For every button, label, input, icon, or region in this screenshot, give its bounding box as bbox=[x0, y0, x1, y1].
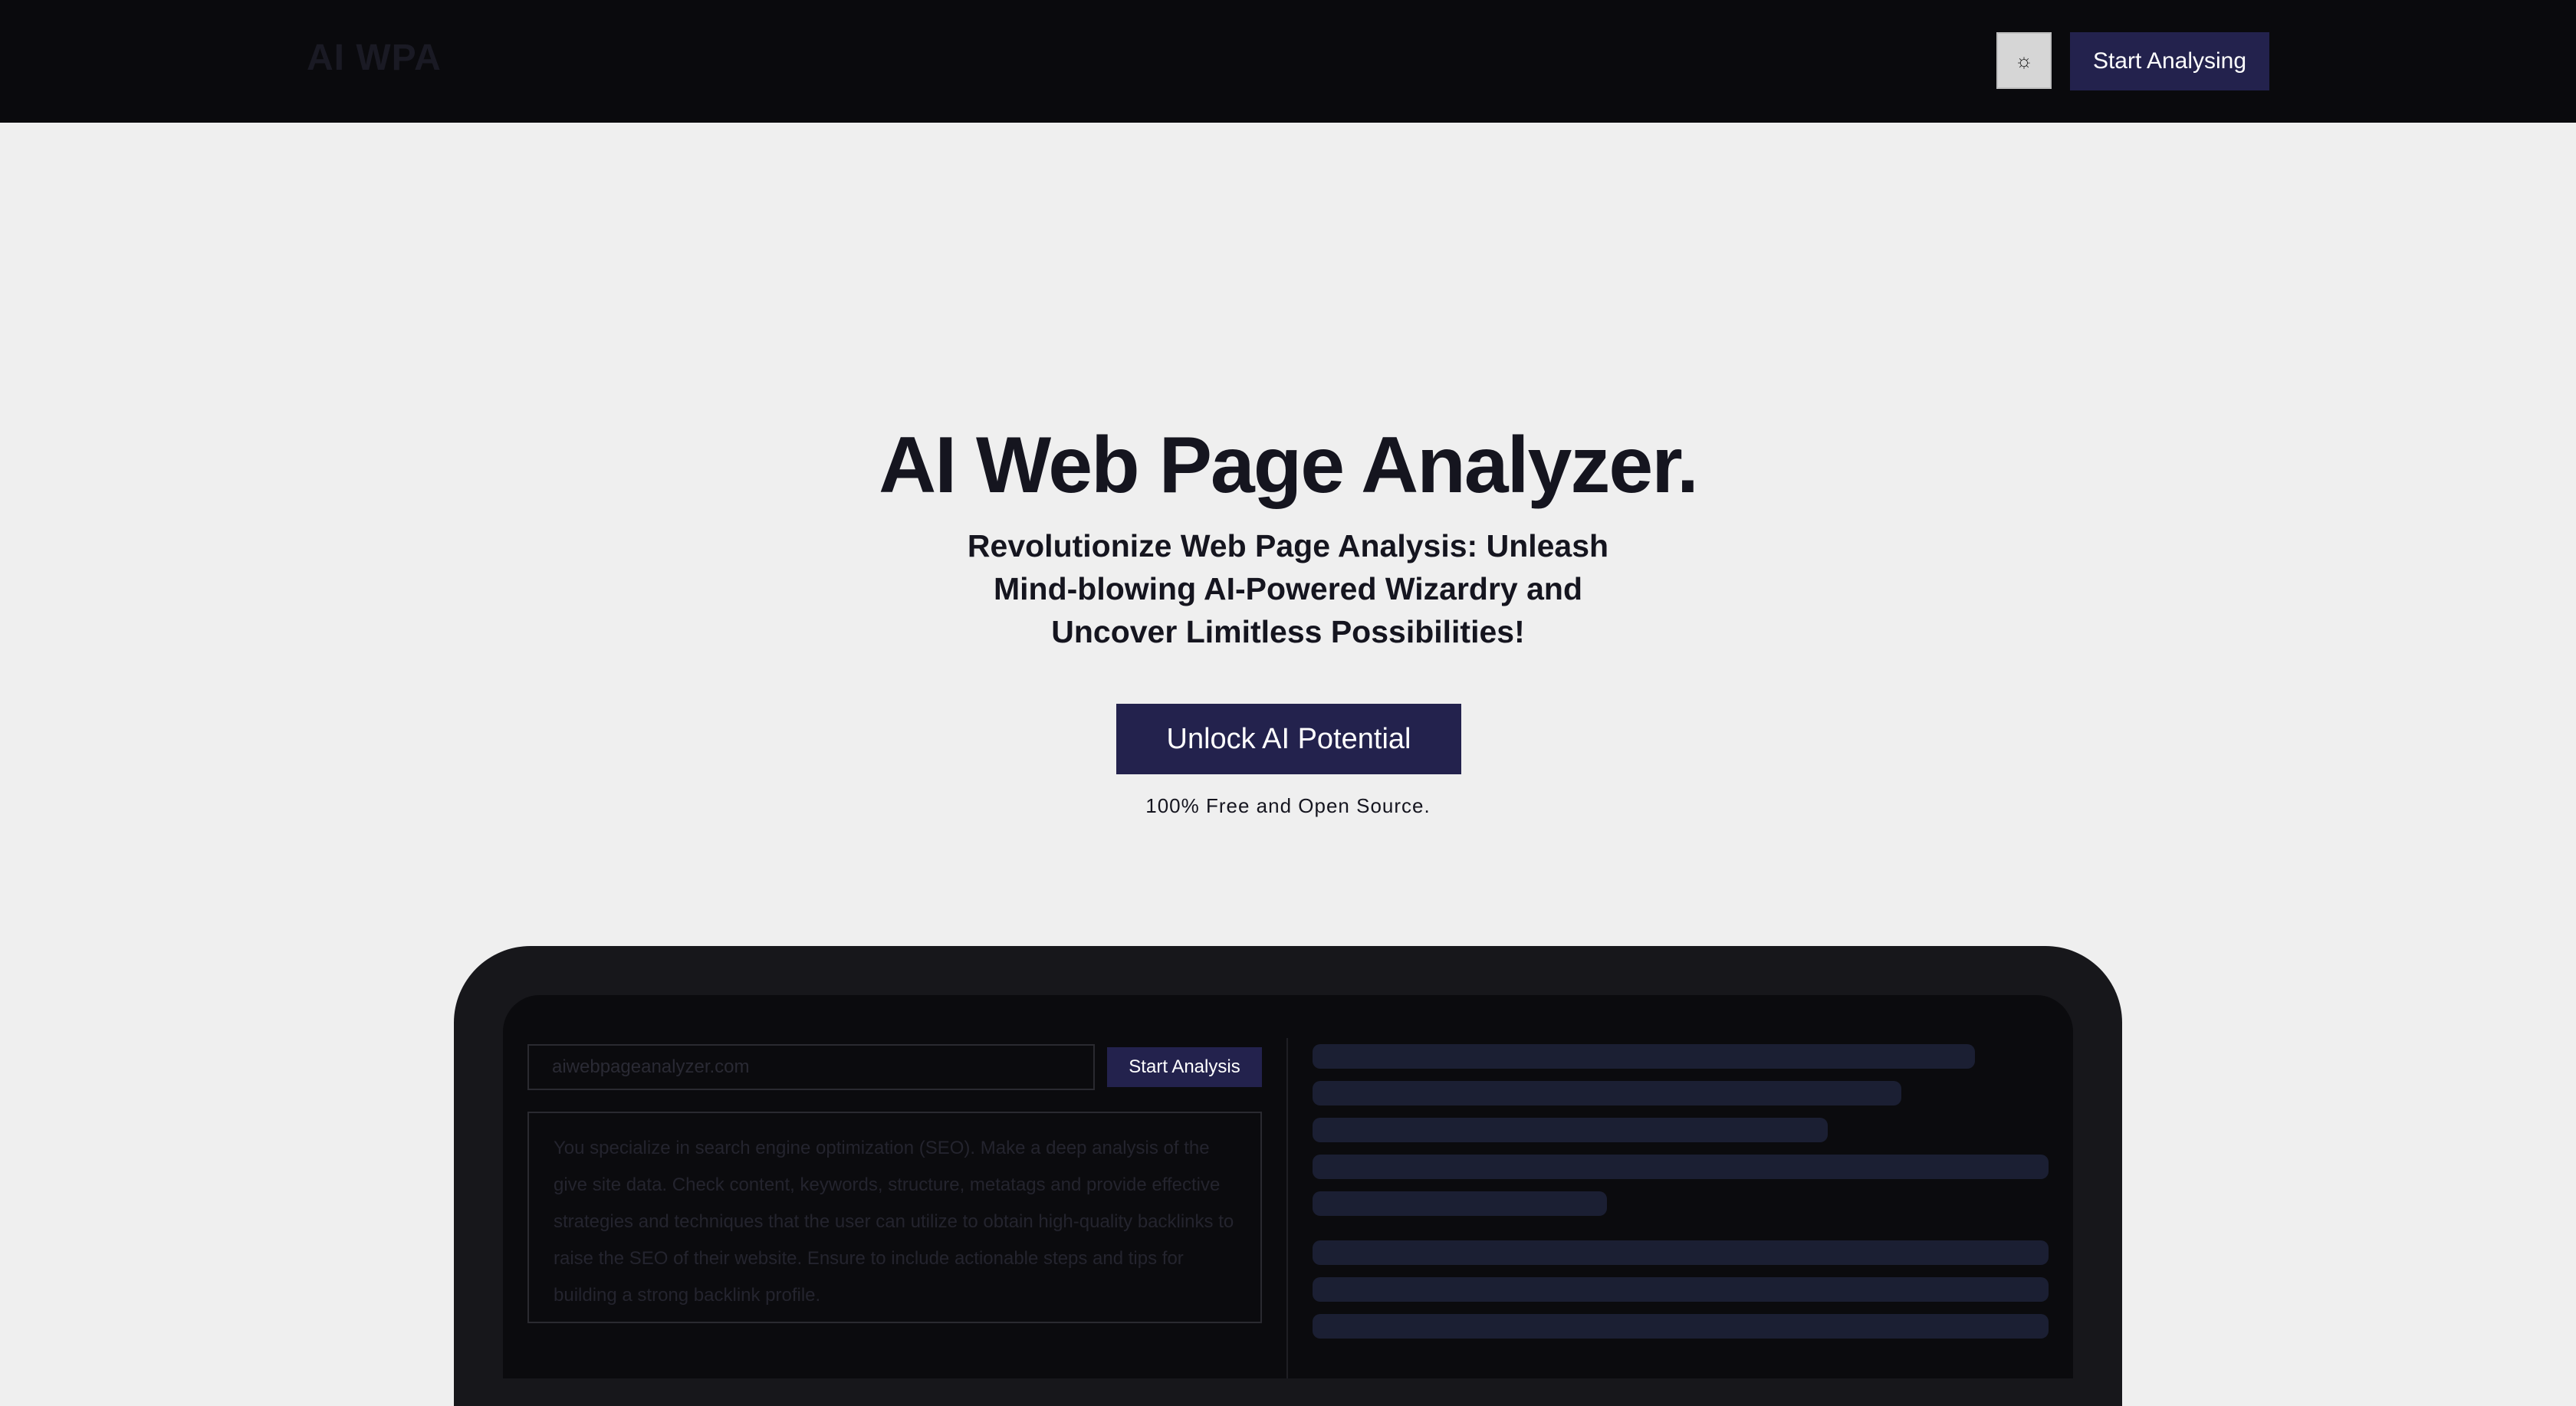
result-skeleton-line bbox=[1313, 1240, 2049, 1265]
page-title: AI Web Page Analyzer. bbox=[879, 421, 1699, 510]
result-skeleton-line bbox=[1313, 1081, 1901, 1105]
panel-divider bbox=[1286, 1038, 1288, 1378]
start-analysing-button[interactable]: Start Analysing bbox=[2070, 32, 2269, 90]
site-logo[interactable]: AI WPA bbox=[307, 37, 442, 79]
result-skeleton-line bbox=[1313, 1277, 2049, 1302]
unlock-ai-potential-button[interactable]: Unlock AI Potential bbox=[1116, 704, 1461, 774]
start-analysis-button[interactable]: Start Analysis bbox=[1107, 1047, 1262, 1087]
app-preview-screen: Start Analysis You specialize in search … bbox=[503, 995, 2073, 1378]
result-skeleton-line bbox=[1313, 1155, 2049, 1179]
sun-icon: ☼ bbox=[2015, 49, 2033, 72]
result-skeleton-line bbox=[1313, 1314, 2049, 1339]
theme-toggle-button[interactable]: ☼ bbox=[1996, 32, 2052, 89]
result-skeleton-line bbox=[1313, 1044, 1975, 1069]
prompt-textarea[interactable]: You specialize in search engine optimiza… bbox=[527, 1112, 1262, 1323]
url-input[interactable] bbox=[527, 1044, 1095, 1090]
top-navbar: AI WPA ☼ Start Analysing bbox=[0, 0, 2576, 123]
result-skeleton-line bbox=[1313, 1191, 1607, 1216]
free-open-source-note: 100% Free and Open Source. bbox=[1145, 794, 1431, 817]
hero-subtitle: Revolutionize Web Page Analysis: Unleash… bbox=[967, 528, 1609, 649]
result-skeleton-line bbox=[1313, 1118, 1828, 1142]
